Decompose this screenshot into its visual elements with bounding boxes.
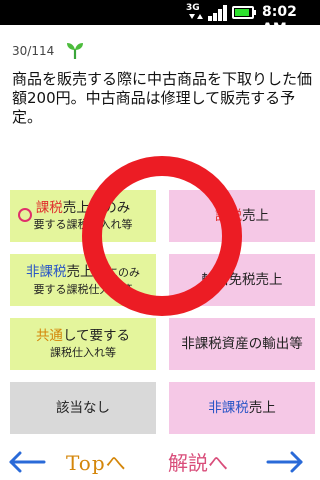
status-time: 8:02 AM — [262, 4, 297, 37]
answer-label: 売上げ — [66, 263, 108, 280]
answer-sublabel: 課税仕入れ等 — [50, 346, 116, 359]
answer-export-exempt-sales[interactable]: 輸出免税売上 — [169, 254, 315, 306]
selection-circle-icon — [18, 208, 32, 222]
status-bar: 3G 8:02 AM — [0, 0, 320, 37]
answer-label: 売上にのみ — [62, 200, 131, 216]
answer-not-applicable[interactable]: 該当なし — [10, 382, 156, 434]
arrow-right-icon[interactable] — [266, 451, 304, 473]
answer-label: 売上 — [248, 400, 276, 416]
explanation-link[interactable]: 解説へ — [168, 447, 228, 476]
3g-icon: 3G — [186, 4, 206, 21]
battery-icon — [232, 4, 256, 21]
answer-label: して要する — [62, 328, 131, 344]
answer-sublabel: 要する課税仕入れ等 — [33, 218, 133, 231]
answer-label: 売上 — [242, 208, 269, 224]
answer-taxable-sales-only[interactable]: 課税売上にのみ 要する課税仕入れ等 — [10, 190, 156, 242]
arrow-left-icon[interactable] — [8, 451, 46, 473]
answer-nontaxable-sales[interactable]: 非課税売上 — [169, 382, 315, 434]
answer-keyword: 課税 — [35, 200, 63, 216]
answer-sublabel: 要する課税仕入れ等 — [33, 282, 133, 296]
answer-keyword: 非課税 — [26, 263, 67, 280]
answer-keyword: 共通 — [35, 328, 63, 344]
signal-icon — [208, 4, 230, 21]
answer-common-purchases[interactable]: 共通して要する 課税仕入れ等 — [10, 318, 156, 370]
answer-label: 非課税資産の輸出等 — [181, 336, 303, 352]
answer-label-small: にのみ — [107, 265, 140, 279]
answer-taxable-sales[interactable]: 課税売上 — [169, 190, 315, 242]
question-counter: 30/114 — [12, 44, 55, 58]
sprout-icon — [67, 43, 83, 59]
answer-keyword: 非課税 — [208, 400, 249, 416]
answer-keyword: 課税 — [215, 208, 242, 224]
answer-label: 輸出免税売上 — [201, 272, 283, 288]
answer-nontaxable-asset-export[interactable]: 非課税資産の輸出等 — [169, 318, 315, 370]
top-link[interactable]: Topへ — [66, 447, 127, 476]
answer-nontaxable-sales-only[interactable]: 非課税売上げにのみ 要する課税仕入れ等 — [10, 254, 156, 306]
answer-label: 該当なし — [56, 400, 110, 416]
question-text: 商品を販売する際に中古商品を下取りした価額200円。中古商品は修理して販売する予… — [12, 70, 313, 126]
